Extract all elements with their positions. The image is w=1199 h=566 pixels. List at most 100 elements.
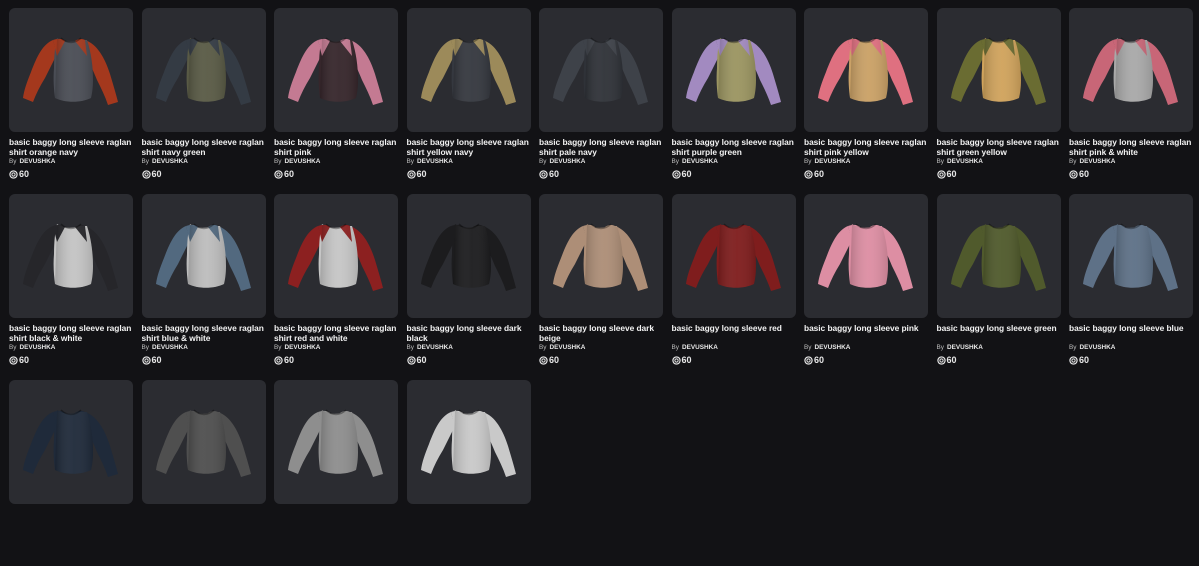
catalog-item-card[interactable] (9, 380, 133, 566)
item-thumbnail[interactable] (406, 8, 531, 132)
robux-icon (936, 356, 946, 365)
creator-name-link[interactable]: DEVUSHKA (814, 344, 850, 351)
price-value: 60 (681, 169, 692, 179)
catalog-item-card[interactable]: basic baggy long sleeve blue By DEVUSHKA 60 (1069, 194, 1193, 380)
creator-name-link[interactable]: DEVUSHKA (549, 158, 585, 165)
item-title[interactable]: basic baggy long sleeve blue (1069, 323, 1193, 343)
item-title[interactable]: basic baggy long sleeve raglan shirt gre… (937, 137, 1061, 157)
catalog-item-card[interactable]: basic baggy long sleeve raglan shirt nav… (141, 8, 266, 194)
item-title[interactable]: basic baggy long sleeve raglan shirt pal… (539, 137, 663, 157)
catalog-item-card[interactable]: basic baggy long sleeve raglan shirt pin… (274, 8, 398, 194)
catalog-item-card[interactable]: basic baggy long sleeve raglan shirt pal… (539, 8, 663, 194)
creator-name-link[interactable]: DEVUSHKA (947, 344, 983, 351)
catalog-item-card[interactable]: basic baggy long sleeve dark beige By DEVU… (539, 194, 663, 380)
item-thumbnail[interactable] (141, 380, 266, 504)
item-title[interactable]: basic baggy long sleeve raglan shirt ora… (9, 137, 133, 157)
item-thumbnail[interactable] (9, 194, 133, 318)
item-title[interactable]: basic baggy long sleeve raglan shirt pur… (672, 137, 796, 157)
creator-name-link[interactable]: DEVUSHKA (1079, 344, 1115, 351)
item-title[interactable]: basic baggy long sleeve dark black (407, 323, 531, 343)
item-thumbnail[interactable] (539, 8, 663, 132)
item-thumbnail[interactable] (804, 194, 928, 318)
creator-name-link[interactable]: DEVUSHKA (417, 158, 453, 165)
creator-by-label: By (274, 344, 282, 351)
item-thumbnail[interactable] (406, 380, 531, 504)
catalog-item-card[interactable]: basic baggy long sleeve dark black By DEVU… (406, 194, 531, 380)
item-creator: By DEVUSHKA (1069, 157, 1193, 167)
creator-name-link[interactable]: DEVUSHKA (682, 344, 718, 351)
catalog-item-card[interactable] (274, 380, 398, 566)
creator-name-link[interactable]: DEVUSHKA (19, 158, 55, 165)
creator-by-label: By (671, 158, 679, 165)
item-title[interactable]: basic baggy long sleeve raglan shirt nav… (142, 137, 266, 157)
item-title[interactable]: basic baggy long sleeve raglan shirt blu… (142, 323, 266, 343)
item-thumbnail[interactable] (141, 8, 266, 132)
catalog-item-card[interactable] (406, 380, 531, 566)
catalog-item-card[interactable]: basic baggy long sleeve pink By DEVUSHKA 60 (804, 194, 928, 380)
catalog-item-card[interactable]: basic baggy long sleeve raglan shirt pin… (1069, 8, 1193, 194)
item-thumbnail[interactable] (9, 380, 133, 504)
item-thumbnail[interactable] (671, 194, 796, 318)
creator-name-link[interactable]: DEVUSHKA (284, 158, 320, 165)
item-thumbnail[interactable] (274, 8, 398, 132)
item-thumbnail[interactable] (936, 8, 1061, 132)
robux-icon (406, 170, 416, 179)
creator-name-link[interactable]: DEVUSHKA (284, 344, 320, 351)
catalog-item-card[interactable]: basic baggy long sleeve raglan shirt ora… (9, 8, 133, 194)
item-title[interactable]: basic baggy long sleeve raglan shirt red… (274, 323, 398, 343)
item-thumbnail[interactable] (406, 194, 531, 318)
item-title[interactable]: basic baggy long sleeve raglan shirt pin… (1069, 137, 1193, 157)
catalog-item-card[interactable]: basic baggy long sleeve raglan shirt pur… (671, 8, 796, 194)
item-title[interactable]: basic baggy long sleeve pink (804, 323, 928, 343)
item-price: 60 (1069, 355, 1193, 366)
creator-name-link[interactable]: DEVUSHKA (19, 344, 55, 351)
shirt-image (288, 409, 383, 477)
shirt-image (23, 37, 118, 105)
item-price: 60 (539, 355, 663, 366)
item-title[interactable]: basic baggy long sleeve red (672, 323, 796, 343)
catalog-item-card[interactable]: basic baggy long sleeve raglan shirt bla… (9, 194, 133, 380)
creator-name-link[interactable]: DEVUSHKA (152, 344, 188, 351)
shirt-image (685, 223, 781, 291)
item-thumbnail[interactable] (1069, 8, 1193, 132)
catalog-item-card[interactable]: basic baggy long sleeve raglan shirt pin… (804, 8, 928, 194)
item-thumbnail[interactable] (1069, 194, 1193, 318)
creator-by-label: By (539, 344, 547, 351)
creator-name-link[interactable]: DEVUSHKA (947, 158, 983, 165)
catalog-item-card[interactable]: basic baggy long sleeve raglan shirt gre… (936, 8, 1061, 194)
item-title[interactable]: basic baggy long sleeve dark beige (539, 323, 663, 343)
item-thumbnail[interactable] (671, 8, 796, 132)
shirt-image (950, 223, 1046, 291)
item-thumbnail[interactable] (804, 8, 928, 132)
creator-name-link[interactable]: DEVUSHKA (549, 344, 585, 351)
catalog-item-card[interactable]: basic baggy long sleeve raglan shirt yel… (406, 8, 531, 194)
creator-name-link[interactable]: DEVUSHKA (814, 158, 850, 165)
item-title[interactable]: basic baggy long sleeve raglan shirt yel… (407, 137, 531, 157)
price-value: 60 (1079, 169, 1090, 179)
creator-name-link[interactable]: DEVUSHKA (152, 158, 188, 165)
shirt-image (420, 223, 516, 291)
item-thumbnail[interactable] (936, 194, 1061, 318)
item-thumbnail[interactable] (9, 8, 133, 132)
item-title[interactable]: basic baggy long sleeve green (937, 323, 1061, 343)
item-price: 60 (406, 355, 531, 366)
creator-name-link[interactable]: DEVUSHKA (1079, 158, 1115, 165)
item-title[interactable]: basic baggy long sleeve raglan shirt pin… (274, 137, 398, 157)
item-thumbnail[interactable] (274, 194, 398, 318)
item-thumbnail[interactable] (274, 380, 398, 504)
item-title[interactable]: basic baggy long sleeve raglan shirt bla… (9, 323, 133, 343)
item-thumbnail[interactable] (141, 194, 266, 318)
catalog-item-card[interactable]: basic baggy long sleeve raglan shirt red… (274, 194, 398, 380)
shirt-image (818, 223, 913, 291)
catalog-item-card[interactable]: basic baggy long sleeve raglan shirt blu… (141, 194, 266, 380)
creator-by-label: By (539, 158, 547, 165)
item-title[interactable]: basic baggy long sleeve raglan shirt pin… (804, 137, 928, 157)
catalog-item-card[interactable]: basic baggy long sleeve green By DEVUSHKA 6… (936, 194, 1061, 380)
item-price: 60 (804, 169, 928, 180)
catalog-item-card[interactable]: basic baggy long sleeve red By DEVUSHKA 60 (671, 194, 796, 380)
item-thumbnail[interactable] (539, 194, 663, 318)
catalog-item-card[interactable] (141, 380, 266, 566)
shirt-image (420, 37, 516, 105)
creator-name-link[interactable]: DEVUSHKA (682, 158, 718, 165)
creator-name-link[interactable]: DEVUSHKA (417, 344, 453, 351)
